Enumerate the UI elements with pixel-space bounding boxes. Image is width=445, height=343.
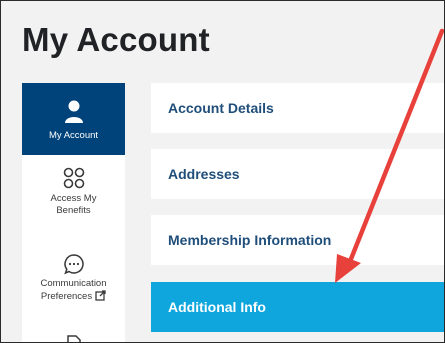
menu-item-label: Addresses [168, 166, 240, 182]
menu-addresses[interactable]: Addresses [151, 149, 444, 199]
page-title: My Account [22, 21, 210, 58]
menu-account-details[interactable]: Account Details [151, 83, 444, 133]
external-link-icon [95, 290, 106, 301]
menu-membership-information[interactable]: Membership Information [151, 215, 444, 265]
sidebar-item-label: My Account [48, 130, 99, 141]
document-icon [66, 335, 81, 342]
sidebar-item-documents[interactable] [22, 331, 125, 342]
menu-item-label: Additional Info [168, 299, 266, 315]
sidebar-item-my-account[interactable]: My Account [22, 83, 125, 155]
user-icon [64, 100, 83, 123]
menu-additional-info[interactable]: Additional Info [151, 282, 444, 332]
menu-item-label: Membership Information [168, 232, 332, 248]
menu-item-label: Account Details [168, 100, 274, 116]
chat-bubble-icon [63, 254, 84, 275]
sidebar-item-communication-preferences[interactable]: Communication Preferences [22, 253, 125, 311]
account-sidebar: My Account Access My Benefits Communicat… [22, 83, 125, 342]
sidebar-item-label: Access My Benefits [50, 193, 97, 216]
account-page: My Account My Account Access My Benefits [0, 0, 445, 343]
sidebar-item-access-benefits[interactable]: Access My Benefits [22, 167, 125, 227]
grid-icon [63, 167, 84, 189]
